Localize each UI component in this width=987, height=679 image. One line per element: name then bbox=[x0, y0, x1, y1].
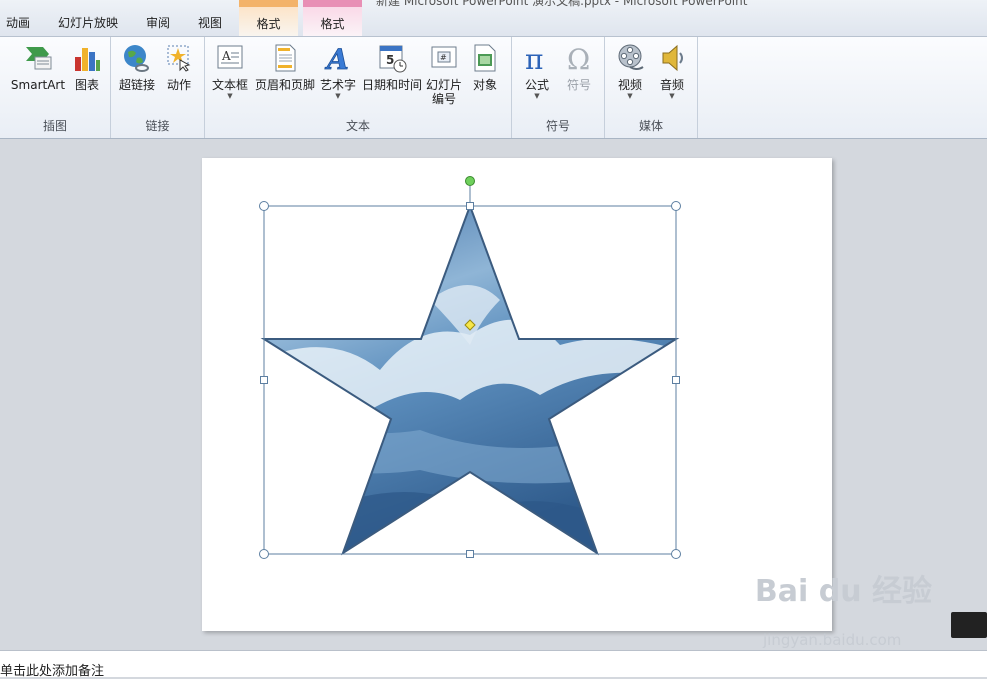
notes-placeholder: 单击此处添加备注 bbox=[0, 664, 105, 679]
resize-handle-right[interactable] bbox=[672, 376, 680, 384]
wave-picture bbox=[264, 206, 676, 553]
watermark-logo: Bai du 经验 bbox=[754, 574, 932, 609]
resize-handle-left[interactable] bbox=[260, 376, 268, 384]
resize-handle-top[interactable] bbox=[466, 202, 474, 210]
resize-handle-top-right[interactable] bbox=[671, 201, 681, 211]
watermark-url: jingyan.baidu.com bbox=[763, 631, 902, 649]
keyboard-icon bbox=[951, 612, 987, 638]
notes-pane[interactable]: 单击此处添加备注 bbox=[0, 650, 987, 679]
resize-handle-bottom-left[interactable] bbox=[259, 549, 269, 559]
resize-handle-bottom-right[interactable] bbox=[671, 549, 681, 559]
rotation-handle[interactable] bbox=[465, 176, 475, 186]
resize-handle-bottom[interactable] bbox=[466, 550, 474, 558]
resize-handle-top-left[interactable] bbox=[259, 201, 269, 211]
